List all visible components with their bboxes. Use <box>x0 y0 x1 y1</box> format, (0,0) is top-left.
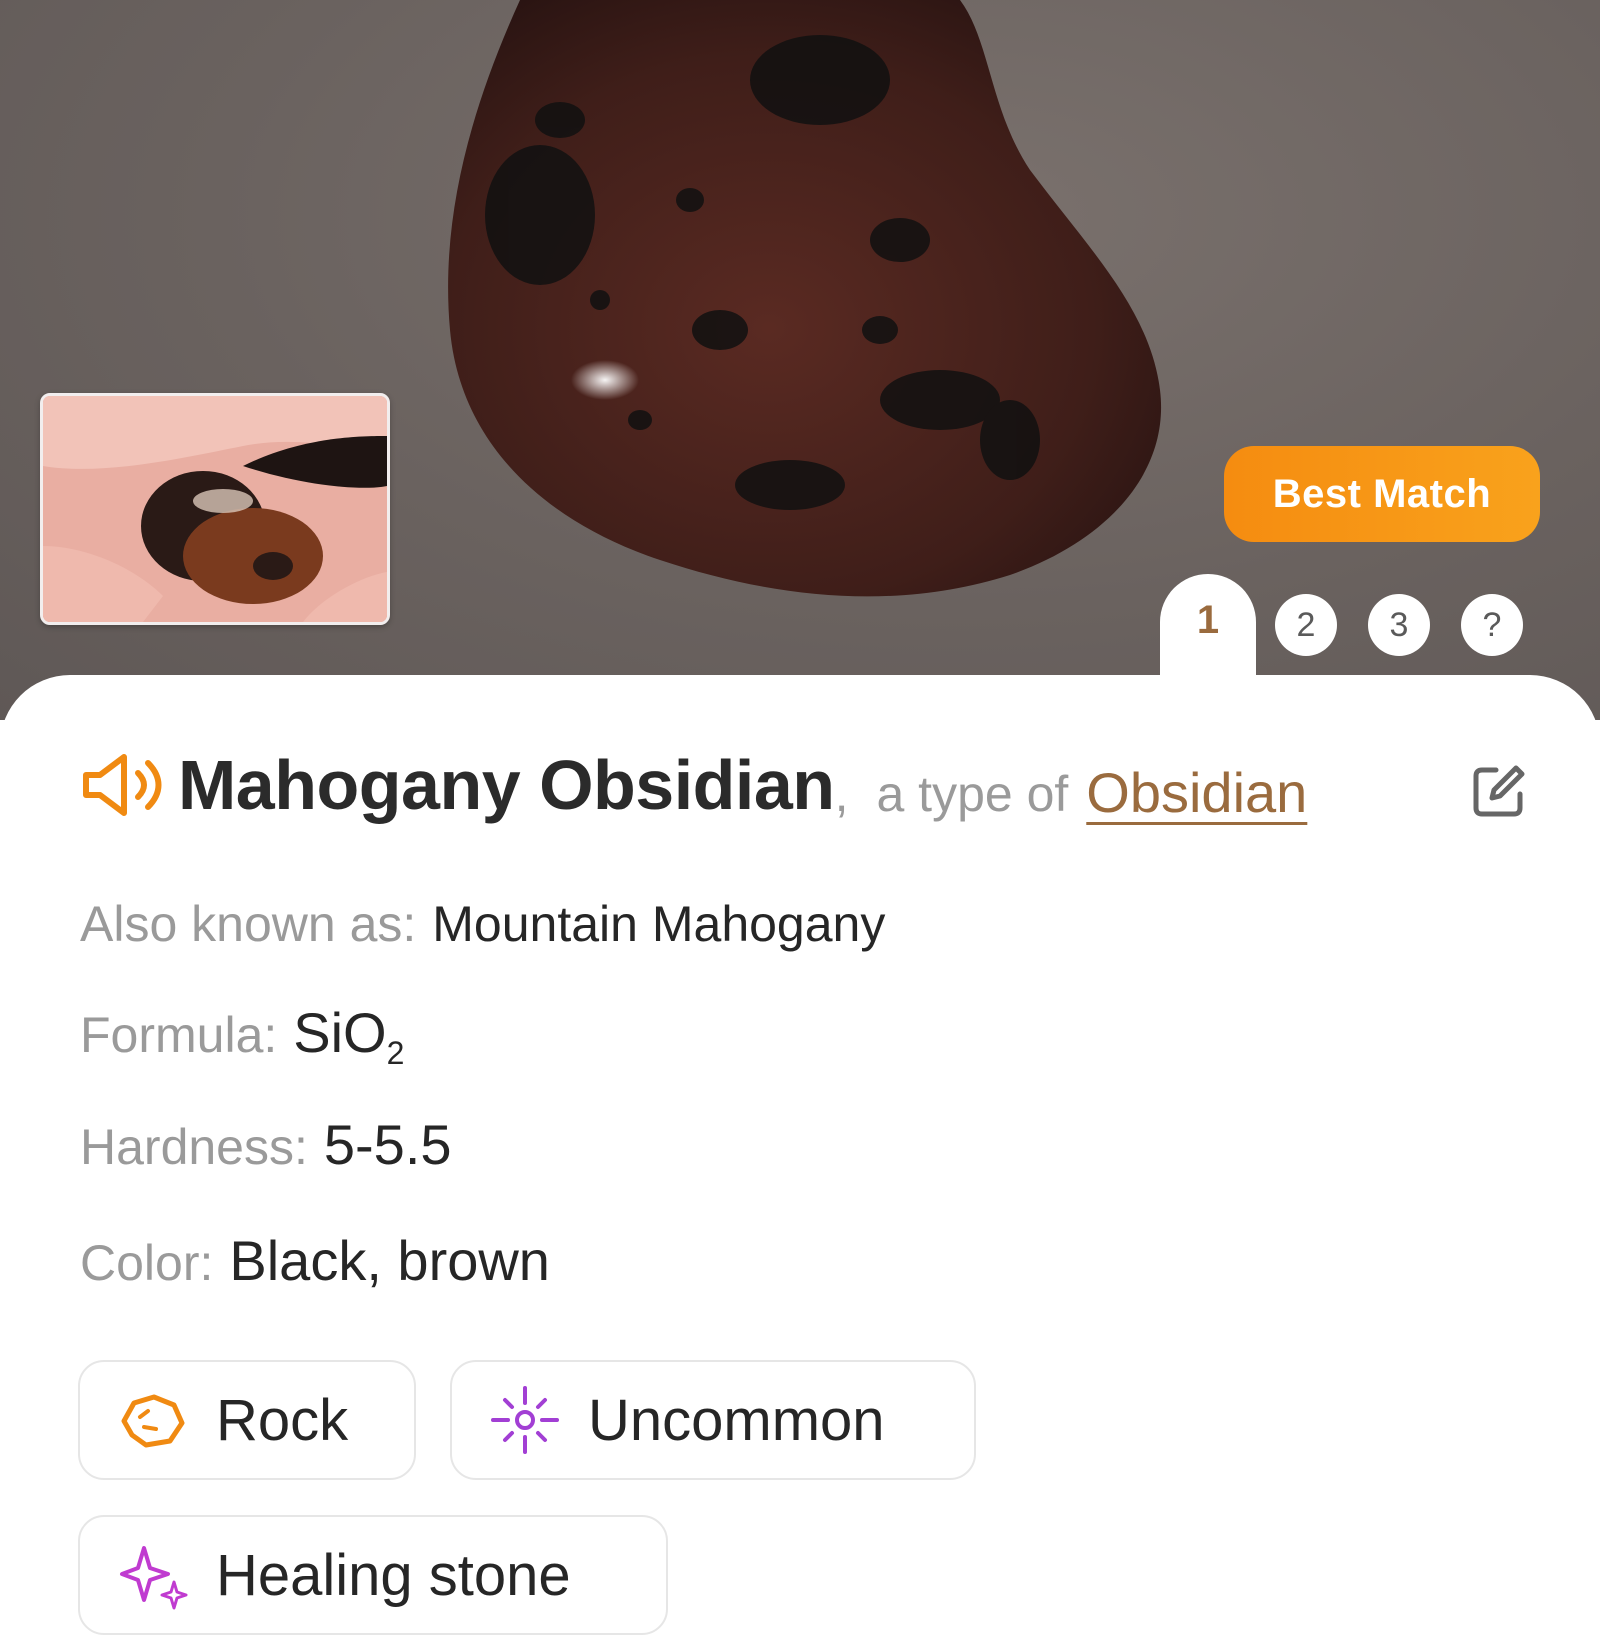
chip-healing-stone-label: Healing stone <box>216 1542 571 1608</box>
chip-uncommon-label: Uncommon <box>588 1387 885 1453</box>
title-row: Mahogany Obsidian , a type of Obsidian <box>80 745 1540 825</box>
chip-uncommon[interactable]: Uncommon <box>450 1360 976 1480</box>
formula-subscript: 2 <box>386 1035 405 1072</box>
color-row: Color: Black, brown <box>80 1228 550 1293</box>
uploaded-photo-thumbnail[interactable] <box>40 393 390 625</box>
formula-value: SiO2 <box>293 1000 404 1072</box>
hardness-label: Hardness: <box>80 1119 308 1175</box>
result-tab-unknown[interactable]: ? <box>1461 594 1523 656</box>
aka-label: Also known as: <box>80 896 417 952</box>
result-tab-2[interactable]: 2 <box>1275 594 1337 656</box>
speaker-icon[interactable] <box>80 749 166 821</box>
edit-icon[interactable] <box>1470 764 1526 820</box>
result-tab-1[interactable]: 1 <box>1160 574 1256 704</box>
chip-rock-label: Rock <box>216 1387 349 1453</box>
formula-base: SiO <box>293 1001 387 1064</box>
result-tab-unknown-label: ? <box>1482 605 1502 644</box>
type-prefix: a type of <box>876 766 1069 822</box>
aka-row: Also known as: Mountain Mahogany <box>80 895 885 953</box>
chip-healing-stone[interactable]: Healing stone <box>78 1515 668 1635</box>
specimen-photo[interactable]: Best Match <box>0 0 1600 720</box>
rock-icon <box>121 1394 185 1448</box>
color-label: Color: <box>80 1235 214 1291</box>
result-tab-3-label: 3 <box>1389 605 1409 644</box>
chip-rock[interactable]: Rock <box>78 1360 416 1480</box>
formula-row: Formula: SiO2 <box>80 1000 404 1072</box>
hardness-value: 5-5.5 <box>323 1113 452 1176</box>
title-separator: , <box>834 766 849 822</box>
result-tab-2-label: 2 <box>1296 605 1316 644</box>
best-match-badge: Best Match <box>1224 446 1540 542</box>
color-value: Black, brown <box>229 1229 550 1292</box>
finger-holding-stone-image <box>43 396 387 622</box>
specimen-name: Mahogany Obsidian <box>178 746 835 824</box>
hardness-row: Hardness: 5-5.5 <box>80 1112 452 1177</box>
result-tab-1-label: 1 <box>1196 598 1220 642</box>
sparkle-icon <box>491 1386 559 1454</box>
aka-value: Mountain Mahogany <box>432 896 886 952</box>
result-tab-3[interactable]: 3 <box>1368 594 1430 656</box>
parent-type-link[interactable]: Obsidian <box>1086 760 1307 825</box>
formula-label: Formula: <box>80 1007 278 1063</box>
